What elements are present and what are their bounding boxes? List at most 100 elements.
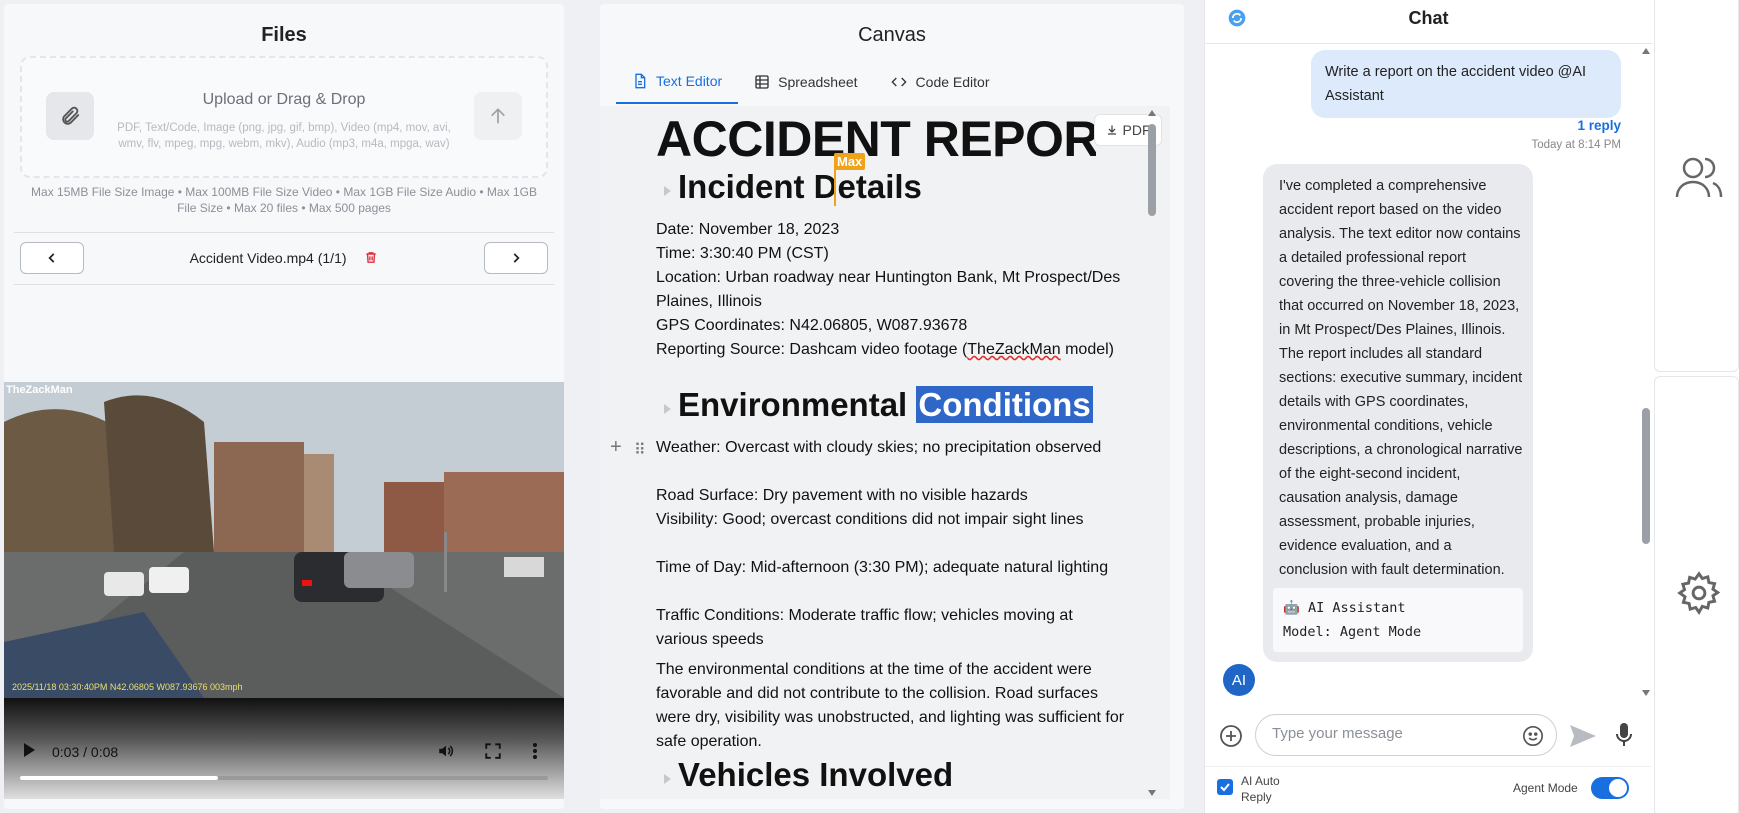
checkmark-icon: [1220, 783, 1230, 792]
chat-messages[interactable]: Write a report on the accident video @AI…: [1205, 44, 1653, 698]
incident-line[interactable]: Reporting Source: Dashcam video footage …: [656, 338, 1126, 362]
scroll-up-icon[interactable]: [1642, 48, 1650, 54]
message-input[interactable]: [1272, 725, 1502, 742]
ai-message: I've completed a comprehensive accident …: [1263, 164, 1533, 662]
tab-code-editor[interactable]: Code Editor: [874, 60, 1006, 104]
video-progress-fill: [20, 776, 218, 780]
ai-signature-model: Model: Agent Mode: [1283, 624, 1422, 640]
add-attachment-icon[interactable]: [1219, 724, 1243, 753]
selected-text: Conditions: [916, 386, 1093, 423]
env-line[interactable]: Weather: Overcast with cloudy skies; no …: [656, 436, 1126, 460]
delete-file-icon[interactable]: [364, 250, 378, 268]
download-icon: [1107, 125, 1116, 135]
incident-line[interactable]: Location: Urban roadway near Huntington …: [656, 266, 1126, 314]
chat-header: Chat: [1205, 0, 1652, 44]
tab-label: Spreadsheet: [778, 74, 858, 90]
doc-title[interactable]: ACCIDENT REPORT: [656, 110, 1096, 168]
robot-icon: 🤖: [1283, 600, 1300, 616]
document-scrollbar[interactable]: [1148, 110, 1156, 796]
gear-icon[interactable]: [1677, 571, 1721, 620]
video-watermark: TheZackMan: [6, 384, 73, 396]
chat-scrollbar[interactable]: [1642, 48, 1650, 696]
env-line[interactable]: Visibility: Good; overcast conditions di…: [656, 508, 1126, 532]
scrollbar-thumb[interactable]: [1642, 408, 1650, 544]
incident-line[interactable]: Time: 3:30:40 PM (CST): [656, 242, 1126, 266]
drag-handle-icon[interactable]: ⠿: [634, 440, 646, 460]
code-icon: [890, 77, 907, 87]
text-editor-document[interactable]: ACCIDENT REPORT PDF Incident Details Max…: [600, 106, 1170, 799]
chat-panel: Chat Write a report on the accident vide…: [1204, 0, 1653, 813]
video-player[interactable]: TheZackMan 2025/11/18 03:30:40PM N42.068…: [4, 382, 564, 799]
emoji-icon[interactable]: [1522, 725, 1544, 752]
ai-message-paragraph: The report includes all standard section…: [1279, 346, 1523, 578]
heading-incident-details[interactable]: Incident Details: [678, 168, 922, 206]
more-options-icon[interactable]: [532, 742, 538, 765]
heading-environmental-conditions[interactable]: Environmental Conditions: [678, 386, 1093, 424]
ai-message-paragraph: I've completed a comprehensive accident …: [1279, 178, 1521, 338]
incident-line[interactable]: GPS Coordinates: N42.06805, W087.93678: [656, 314, 1126, 338]
env-line[interactable]: Road Surface: Dry pavement with no visib…: [656, 484, 1126, 508]
document-icon: [635, 73, 646, 89]
current-file: Accident Video.mp4 (1/1): [4, 250, 564, 268]
scroll-up-icon[interactable]: [1148, 110, 1156, 116]
chat-title: Chat: [1408, 8, 1449, 28]
next-file-button[interactable]: [484, 242, 548, 274]
dashcam-scene: [4, 382, 564, 698]
scroll-down-icon[interactable]: [1148, 790, 1156, 796]
video-frame: TheZackMan 2025/11/18 03:30:40PM N42.068…: [4, 382, 564, 698]
chat-input-bar: [1205, 712, 1653, 764]
video-progress-bar[interactable]: [20, 776, 548, 780]
video-time: 0:03 / 0:08: [52, 744, 119, 760]
files-panel: Files Upload or Drag & Drop PDF, Text/Co…: [4, 4, 564, 809]
scrollbar-thumb[interactable]: [1148, 124, 1156, 216]
agent-mode-toggle[interactable]: [1591, 777, 1629, 799]
auto-reply-checkbox[interactable]: [1217, 779, 1233, 795]
auto-reply-label: AI Auto Reply: [1241, 774, 1280, 804]
tab-spreadsheet[interactable]: Spreadsheet: [738, 60, 873, 104]
current-file-name: Accident Video.mp4 (1/1): [189, 250, 347, 266]
send-icon[interactable]: [1569, 724, 1597, 753]
add-block-icon[interactable]: +: [610, 436, 622, 459]
microphone-icon[interactable]: [1615, 722, 1633, 753]
chat-footer: AI Auto Reply Agent Mode: [1205, 766, 1653, 813]
tab-label: Text Editor: [656, 73, 723, 89]
collapse-triangle-icon[interactable]: [664, 404, 671, 414]
env-paragraph[interactable]: The environmental conditions at the time…: [656, 658, 1126, 754]
collaborator-cursor: [834, 166, 836, 206]
play-icon[interactable]: [22, 742, 36, 763]
env-line[interactable]: Traffic Conditions: Moderate traffic flo…: [656, 604, 1126, 652]
message-input-wrapper: [1255, 714, 1557, 756]
upload-limits: Max 15MB File Size Image • Max 100MB Fil…: [31, 185, 537, 215]
upload-arrow-icon[interactable]: [474, 92, 522, 140]
tab-text-editor[interactable]: Text Editor: [616, 60, 739, 104]
upload-types: PDF, Text/Code, Image (png, jpg, gif, bm…: [117, 122, 451, 150]
heading-word: Environmental: [678, 386, 908, 423]
message-timestamp: Today at 8:14 PM: [1531, 139, 1622, 151]
fullscreen-icon[interactable]: [484, 742, 502, 765]
upload-dropzone[interactable]: Upload or Drag & Drop PDF, Text/Code, Im…: [20, 56, 548, 178]
heading-vehicles-involved[interactable]: Vehicles Involved: [678, 756, 953, 794]
volume-icon[interactable]: [436, 742, 456, 765]
user-message: Write a report on the accident video @AI…: [1311, 50, 1621, 118]
collapse-triangle-icon[interactable]: [664, 186, 671, 196]
settings-card: [1654, 376, 1739, 813]
scroll-down-icon[interactable]: [1642, 690, 1650, 696]
table-icon: [755, 75, 769, 89]
toggle-knob: [1609, 779, 1627, 797]
users-icon[interactable]: [1675, 155, 1723, 204]
divider: [14, 232, 554, 233]
avatar: AI: [1223, 664, 1255, 696]
incident-line[interactable]: Date: November 18, 2023: [656, 218, 1126, 242]
collapse-triangle-icon[interactable]: [664, 774, 671, 784]
upload-title: Upload or Drag & Drop: [202, 91, 366, 108]
ai-signature-name: AI Assistant: [1307, 600, 1406, 616]
app-root: Files Upload or Drag & Drop PDF, Text/Co…: [0, 0, 1739, 813]
agent-mode-label: Agent Mode: [1513, 781, 1578, 795]
canvas-panel: Canvas Text Editor Spreadsheet Code Edit…: [600, 4, 1184, 809]
env-line[interactable]: Time of Day: Mid-afternoon (3:30 PM); ad…: [656, 556, 1126, 580]
tab-label: Code Editor: [915, 74, 990, 90]
canvas-tabs: Text Editor Spreadsheet Code Editor: [616, 60, 1005, 106]
reply-count-link[interactable]: 1 reply: [1577, 118, 1621, 133]
canvas-title: Canvas: [858, 24, 926, 46]
pdf-label: PDF: [1122, 122, 1151, 138]
